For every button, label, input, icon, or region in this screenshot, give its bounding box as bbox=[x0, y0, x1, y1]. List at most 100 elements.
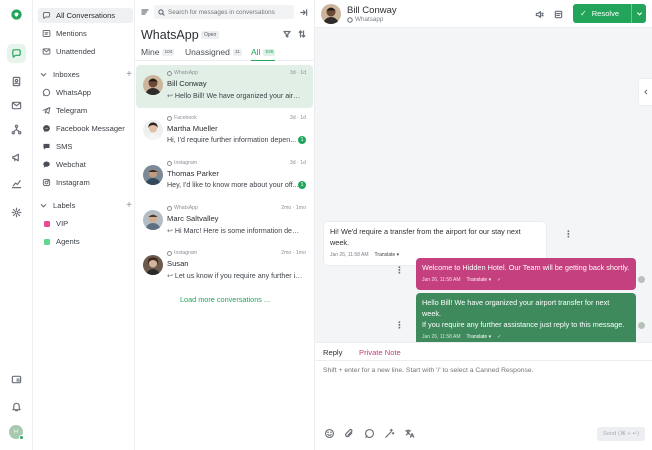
chevron-down-icon bbox=[40, 203, 47, 207]
rail-flows[interactable] bbox=[7, 120, 26, 139]
load-more-link[interactable]: Load more conversations ... bbox=[135, 295, 315, 304]
rail-reports[interactable] bbox=[7, 174, 26, 193]
sidebar-item-mentions[interactable]: Mentions bbox=[38, 26, 133, 41]
rail-campaigns[interactable] bbox=[7, 148, 26, 167]
facebook-icon bbox=[167, 115, 172, 121]
conversation-source: WhatsApp bbox=[167, 205, 198, 211]
translate-icon[interactable] bbox=[404, 428, 415, 439]
translate-toggle[interactable]: Translate ▾ bbox=[375, 250, 400, 261]
sort-icon[interactable] bbox=[298, 30, 306, 38]
contact-avatar[interactable] bbox=[321, 4, 341, 24]
sidebar-item-all-conversations[interactable]: All Conversations bbox=[38, 8, 133, 23]
magic-wand-icon[interactable] bbox=[384, 428, 395, 439]
search-field[interactable] bbox=[154, 5, 294, 19]
source-label: WhatsApp bbox=[174, 205, 198, 211]
inbox-title: WhatsApp bbox=[141, 28, 199, 42]
inboxes-section-header[interactable]: Inboxes + bbox=[40, 68, 132, 80]
rail-contacts[interactable] bbox=[7, 72, 26, 91]
translate-toggle[interactable]: Translate ▾ bbox=[467, 275, 492, 286]
message-text: Welcome to Hidden Hotel. Our Team will b… bbox=[422, 263, 630, 272]
chat-channel: Whatsapp bbox=[347, 16, 383, 23]
sidebar-item-webchat[interactable]: Webchat bbox=[38, 157, 133, 172]
message-preview: Hi, I'd require further information depe… bbox=[167, 136, 297, 144]
message-text: Hi! We'd require a transfer from the air… bbox=[330, 227, 521, 247]
add-label-icon[interactable]: + bbox=[126, 200, 132, 211]
sidebar-item-label: Agents bbox=[56, 237, 80, 246]
rail-notifications[interactable] bbox=[7, 397, 26, 416]
message-text-line: Hello Bill! We have organized your airpo… bbox=[422, 298, 610, 318]
sidebar-item-instagram[interactable]: Instagram bbox=[38, 175, 133, 190]
tab-reply[interactable]: Reply bbox=[323, 348, 342, 357]
contact-avatar bbox=[143, 210, 163, 230]
emoji-icon[interactable] bbox=[324, 428, 335, 439]
mail-icon bbox=[11, 101, 22, 110]
tab-count: 11 bbox=[232, 48, 242, 56]
resolve-button[interactable]: ✓ Resolve bbox=[573, 4, 646, 23]
tab-label: Mine bbox=[141, 47, 160, 57]
rail-inbox[interactable] bbox=[7, 96, 26, 115]
source-label: WhatsApp bbox=[174, 70, 198, 76]
chevron-down-icon bbox=[636, 12, 642, 16]
sidebar-item-sms[interactable]: SMS bbox=[38, 139, 133, 154]
collapse-panel-icon[interactable] bbox=[299, 8, 308, 17]
conversation-item[interactable]: Facebook Martha Mueller Hi, I'd require … bbox=[136, 110, 313, 153]
status-badge[interactable]: Open bbox=[201, 31, 220, 39]
send-button[interactable]: Send (⌘ + ↵) bbox=[597, 427, 645, 441]
outgoing-message[interactable]: Hello Bill! We have organized your airpo… bbox=[416, 293, 636, 347]
filter-icon[interactable] bbox=[283, 30, 291, 38]
attachment-icon[interactable] bbox=[344, 428, 355, 439]
check-icon: ✓ bbox=[580, 9, 587, 18]
online-status-dot bbox=[19, 435, 24, 440]
tab-mine[interactable]: Mine 104 bbox=[141, 47, 175, 57]
chevron-left-icon bbox=[643, 89, 647, 95]
rail-conversations[interactable] bbox=[7, 44, 26, 63]
message-menu-icon[interactable]: ⋮ bbox=[395, 265, 404, 276]
resolve-dropdown[interactable] bbox=[631, 4, 646, 23]
filter-lines-icon[interactable] bbox=[141, 8, 149, 16]
tab-all[interactable]: All 536 bbox=[251, 47, 276, 61]
message-meta: Jan 26, 11:58 AM Translate ▾ ✓ bbox=[422, 275, 630, 286]
conversation-time: 3d · 1d bbox=[289, 70, 306, 76]
messenger-icon bbox=[43, 125, 50, 133]
message-menu-icon[interactable]: ⋮ bbox=[564, 229, 573, 240]
sidebar-item-unattended[interactable]: Unattended bbox=[38, 44, 133, 59]
logo-icon bbox=[10, 8, 22, 20]
reply-composer: Reply Private Note Send (⌘ + ↵) bbox=[315, 342, 652, 450]
reply-icon: ↩ bbox=[167, 227, 175, 235]
search-input[interactable] bbox=[168, 7, 292, 17]
conversation-source: WhatsApp bbox=[167, 70, 198, 76]
unread-badge: 1 bbox=[298, 181, 306, 189]
sidebar-label-agents[interactable]: Agents bbox=[38, 234, 133, 249]
mute-icon[interactable] bbox=[535, 10, 544, 19]
conversation-item[interactable]: Instagram Susan ↩ Let us know if you req… bbox=[136, 245, 313, 288]
search-bar bbox=[135, 4, 315, 20]
rail-layout[interactable] bbox=[7, 370, 26, 389]
tab-count: 104 bbox=[162, 48, 175, 56]
message-input[interactable] bbox=[323, 367, 643, 407]
tab-private-note[interactable]: Private Note bbox=[359, 348, 401, 357]
toggle-contact-panel[interactable] bbox=[638, 78, 652, 106]
conversation-item[interactable]: WhatsApp Bill Conway ↩ Hello Bill! We ha… bbox=[136, 65, 313, 108]
sidebar-item-facebook-messager[interactable]: Facebook Messager bbox=[38, 121, 133, 136]
conversation-item[interactable]: WhatsApp Marc Saltvalley ↩ Hi Marc! Here… bbox=[136, 200, 313, 243]
message-time: Jan 26, 11:58 AM bbox=[330, 252, 369, 258]
sidebar-item-telegram[interactable]: Telegram bbox=[38, 103, 133, 118]
tab-count: 536 bbox=[263, 49, 276, 56]
label-color-dot bbox=[44, 238, 50, 245]
sidebar-item-label: Webchat bbox=[56, 160, 86, 169]
transcript-icon[interactable] bbox=[554, 10, 563, 19]
conversation-item[interactable]: Instagram Thomas Parker Hey, I'd like to… bbox=[136, 155, 313, 198]
sidebar-label-vip[interactable]: VIP bbox=[38, 216, 133, 231]
chat-contact-name[interactable]: Bill Conway bbox=[347, 5, 397, 16]
tab-unassigned[interactable]: Unassigned 11 bbox=[185, 47, 242, 57]
rail-settings[interactable] bbox=[7, 203, 26, 222]
outgoing-message[interactable]: Welcome to Hidden Hotel. Our Team will b… bbox=[416, 258, 636, 290]
add-inbox-icon[interactable]: + bbox=[126, 69, 132, 80]
labels-section-header[interactable]: Labels + bbox=[40, 199, 132, 211]
whatsapp-template-icon[interactable] bbox=[364, 428, 375, 439]
user-avatar[interactable]: H bbox=[9, 425, 24, 440]
brand-logo[interactable] bbox=[8, 6, 24, 22]
sidebar-item-whatsapp[interactable]: WhatsApp bbox=[38, 85, 133, 100]
message-menu-icon[interactable]: ⋮ bbox=[395, 320, 404, 331]
contact-name: Martha Mueller bbox=[167, 124, 218, 133]
